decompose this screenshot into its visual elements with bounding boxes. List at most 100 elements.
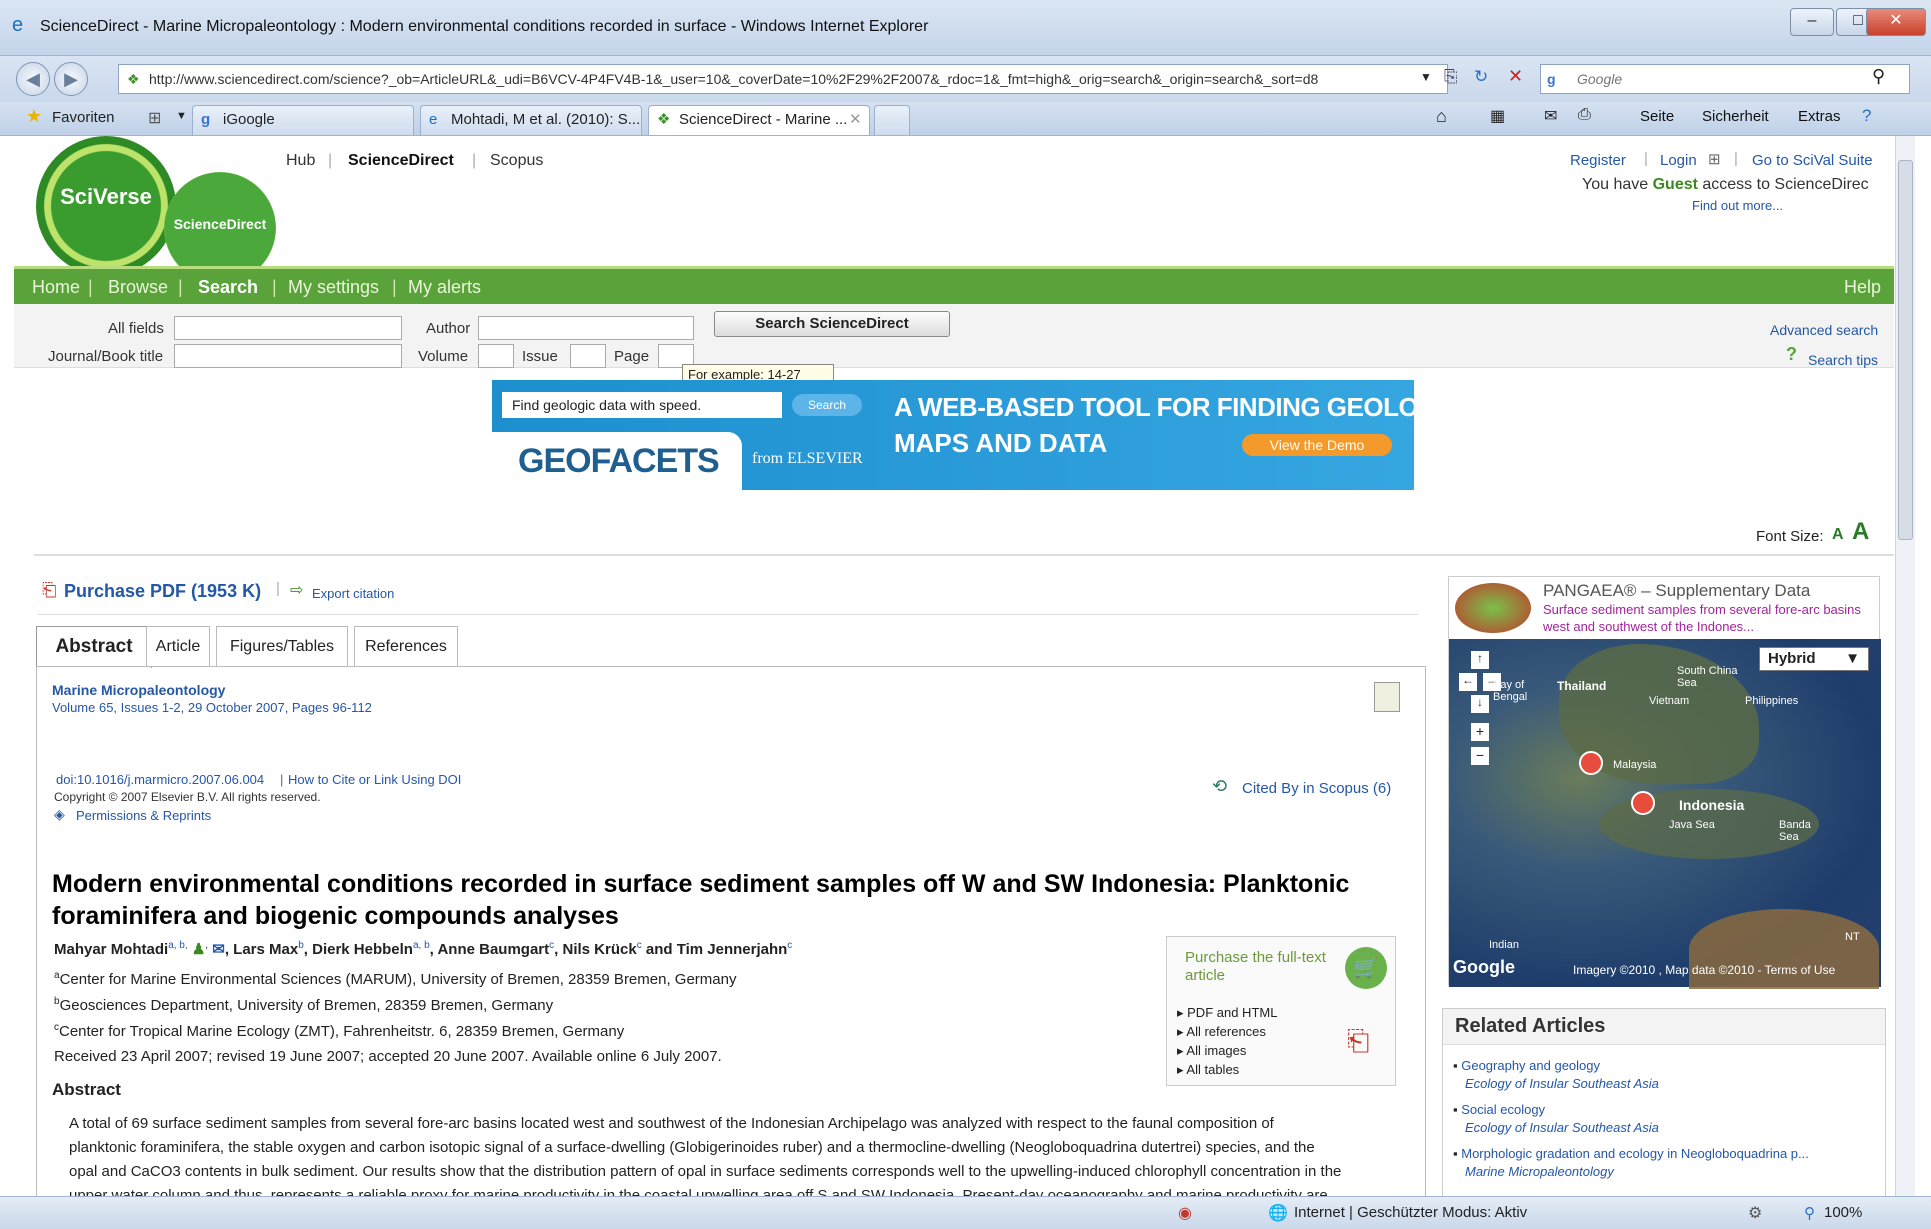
sample-marker[interactable]	[1579, 751, 1603, 775]
cart-icon[interactable]: 🛒	[1345, 947, 1387, 989]
privacy-icon[interactable]: ◉	[1178, 1203, 1192, 1223]
volume-text[interactable]: Volume 65, Issues 1-2, 29 October 2007, …	[52, 700, 372, 715]
minimize-button[interactable]: –	[1790, 8, 1834, 36]
nav-help[interactable]: Help	[1844, 277, 1881, 298]
banner-search-input[interactable]: Find geologic data with speed.	[502, 392, 782, 418]
tab-sciencedirect[interactable]: ❖ ScienceDirect - Marine ... ✕	[648, 105, 870, 135]
view-demo-button[interactable]: View the Demo	[1242, 434, 1392, 456]
related-link[interactable]: Geography and geology	[1461, 1058, 1600, 1073]
print-icon[interactable]: ⎙	[1578, 106, 1591, 124]
new-tab-button[interactable]	[874, 105, 910, 135]
journal-cover-icon[interactable]	[1374, 682, 1400, 712]
compat-icon[interactable]: ⎘	[1444, 67, 1458, 87]
author[interactable]: Anne Baumgart	[437, 941, 549, 958]
dataset-map[interactable]: Hybrid ▼ ↑ ← → ↓ + − Thailand South China…	[1449, 639, 1881, 989]
tab-abstract[interactable]: Abstract	[36, 626, 152, 668]
related-link[interactable]: Social ecology	[1461, 1102, 1545, 1117]
issue-input[interactable]	[570, 344, 606, 368]
scrollbar-thumb[interactable]	[1898, 160, 1913, 540]
nav-search[interactable]: Search	[198, 277, 258, 298]
tab-article[interactable]: Article	[146, 626, 210, 666]
address-bar[interactable]: ❖ http://www.sciencedirect.com/science?_…	[118, 64, 1448, 94]
tab-list-icon[interactable]: ▼	[176, 110, 187, 122]
cited-by-link[interactable]: Cited By in Scopus (6)	[1242, 780, 1391, 797]
zoom-level[interactable]: 100%	[1824, 1204, 1862, 1221]
quick-tabs-icon[interactable]: ⊞	[148, 108, 161, 128]
help-icon[interactable]: ?	[1862, 106, 1871, 126]
author[interactable]: Dierk Hebbeln	[312, 941, 413, 958]
page-menu[interactable]: Seite	[1640, 108, 1674, 125]
pangaea-desc[interactable]: Surface sediment samples from several fo…	[1543, 601, 1873, 635]
search-sciencedirect-button[interactable]: Search ScienceDirect	[714, 311, 950, 337]
map-type-select[interactable]: Hybrid ▼	[1759, 647, 1869, 671]
export-citation-link[interactable]: Export citation	[312, 586, 394, 601]
volume-input[interactable]	[478, 344, 514, 368]
search-input[interactable]: g Google	[1540, 64, 1910, 94]
home-icon[interactable]: ⌂	[1436, 106, 1447, 127]
pan-down-icon[interactable]: ↓	[1471, 695, 1489, 713]
author[interactable]: Nils Krück	[562, 941, 636, 958]
stop-icon[interactable]: ✕	[1508, 66, 1523, 87]
font-larger-icon[interactable]: A	[1852, 518, 1869, 546]
nav-browse[interactable]: Browse	[108, 277, 168, 298]
security-menu[interactable]: Sicherheit	[1702, 108, 1769, 125]
search-tips-link[interactable]: Search tips	[1808, 352, 1878, 368]
journal-input[interactable]	[174, 344, 402, 368]
tab-igoogle[interactable]: g iGoogle	[192, 105, 414, 135]
doi-link[interactable]: doi:10.1016/j.marmicro.2007.06.004	[56, 772, 264, 787]
author[interactable]: Lars Max	[233, 941, 298, 958]
author[interactable]: Mahyar Mohtadi	[54, 941, 168, 958]
author[interactable]: Tim Jennerjahn	[677, 941, 788, 958]
tab-pangaea[interactable]: e Mohtadi, M et al. (2010): S...	[420, 105, 642, 135]
expand-icon[interactable]: ⊞	[1708, 150, 1721, 168]
find-out-more-link[interactable]: Find out more...	[1692, 198, 1783, 213]
related-link[interactable]: Morphologic gradation and ecology in Neo…	[1461, 1146, 1809, 1161]
sciencedirect-link[interactable]: ScienceDirect	[348, 152, 454, 170]
search-icon[interactable]: ⚲	[1872, 66, 1885, 87]
nav-home[interactable]: Home	[32, 277, 80, 298]
extras-menu[interactable]: Extras	[1798, 108, 1841, 125]
banner-search-button[interactable]: Search	[792, 394, 862, 416]
dropdown-icon[interactable]: ▼	[1420, 70, 1432, 84]
nav-alerts[interactable]: My alerts	[408, 277, 481, 298]
map-label: Vietnam	[1649, 695, 1690, 707]
tab-references[interactable]: References	[354, 626, 458, 666]
purchase-pdf-link[interactable]: Purchase PDF (1953 K)	[64, 581, 261, 602]
forward-button[interactable]: ▶	[54, 62, 88, 96]
scopus-link[interactable]: Scopus	[490, 152, 543, 170]
cite-link[interactable]: How to Cite or Link Using DOI	[288, 772, 461, 787]
close-button[interactable]: ✕	[1866, 8, 1926, 36]
advanced-search-link[interactable]: Advanced search	[1770, 322, 1878, 338]
map-attribution[interactable]: Imagery ©2010 , Map data ©2010 - Terms o…	[1573, 963, 1835, 977]
nav-settings[interactable]: My settings	[288, 277, 379, 298]
refresh-icon[interactable]: ↻	[1474, 67, 1488, 87]
geofacets-banner[interactable]: Find geologic data with speed. Search A …	[492, 380, 1463, 490]
author-input[interactable]	[478, 316, 694, 340]
zoom-out-icon[interactable]: −	[1471, 747, 1489, 765]
email-icon[interactable]: ✉	[212, 941, 225, 958]
all-fields-input[interactable]	[174, 316, 402, 340]
favorites-button[interactable]: Favoriten	[52, 109, 115, 126]
person-icon[interactable]: ♟	[192, 941, 205, 958]
mail-icon[interactable]: ✉	[1544, 106, 1557, 126]
journal-link[interactable]: Marine Micropaleontology	[52, 682, 225, 698]
scival-link[interactable]: Go to SciVal Suite	[1752, 152, 1873, 169]
login-link[interactable]: Login	[1660, 152, 1697, 169]
feeds-icon[interactable]: ▦	[1490, 106, 1505, 126]
register-link[interactable]: Register	[1570, 152, 1626, 169]
protected-mode-icon[interactable]: ⚙	[1748, 1203, 1762, 1223]
purchase-box[interactable]: Purchase the full-text article 🛒 ▸ PDF a…	[1166, 936, 1396, 1086]
pangaea-title[interactable]: PANGAEA® – Supplementary Data	[1543, 581, 1810, 601]
pan-left-icon[interactable]: ←	[1459, 673, 1477, 691]
copyright-text: Copyright © 2007 Elsevier B.V. All right…	[54, 790, 321, 804]
tab-figures[interactable]: Figures/Tables	[216, 626, 348, 666]
zoom-in-icon[interactable]: +	[1471, 723, 1489, 741]
hub-link[interactable]: Hub	[286, 152, 315, 170]
permissions-link[interactable]: Permissions & Reprints	[76, 808, 211, 823]
zoom-icon[interactable]: ⚲	[1804, 1204, 1815, 1222]
back-button[interactable]: ◀	[16, 62, 50, 96]
close-tab-icon[interactable]: ✕	[849, 106, 862, 134]
sample-marker[interactable]	[1631, 791, 1655, 815]
pan-up-icon[interactable]: ↑	[1471, 651, 1489, 669]
font-smaller-icon[interactable]: A	[1832, 526, 1844, 544]
